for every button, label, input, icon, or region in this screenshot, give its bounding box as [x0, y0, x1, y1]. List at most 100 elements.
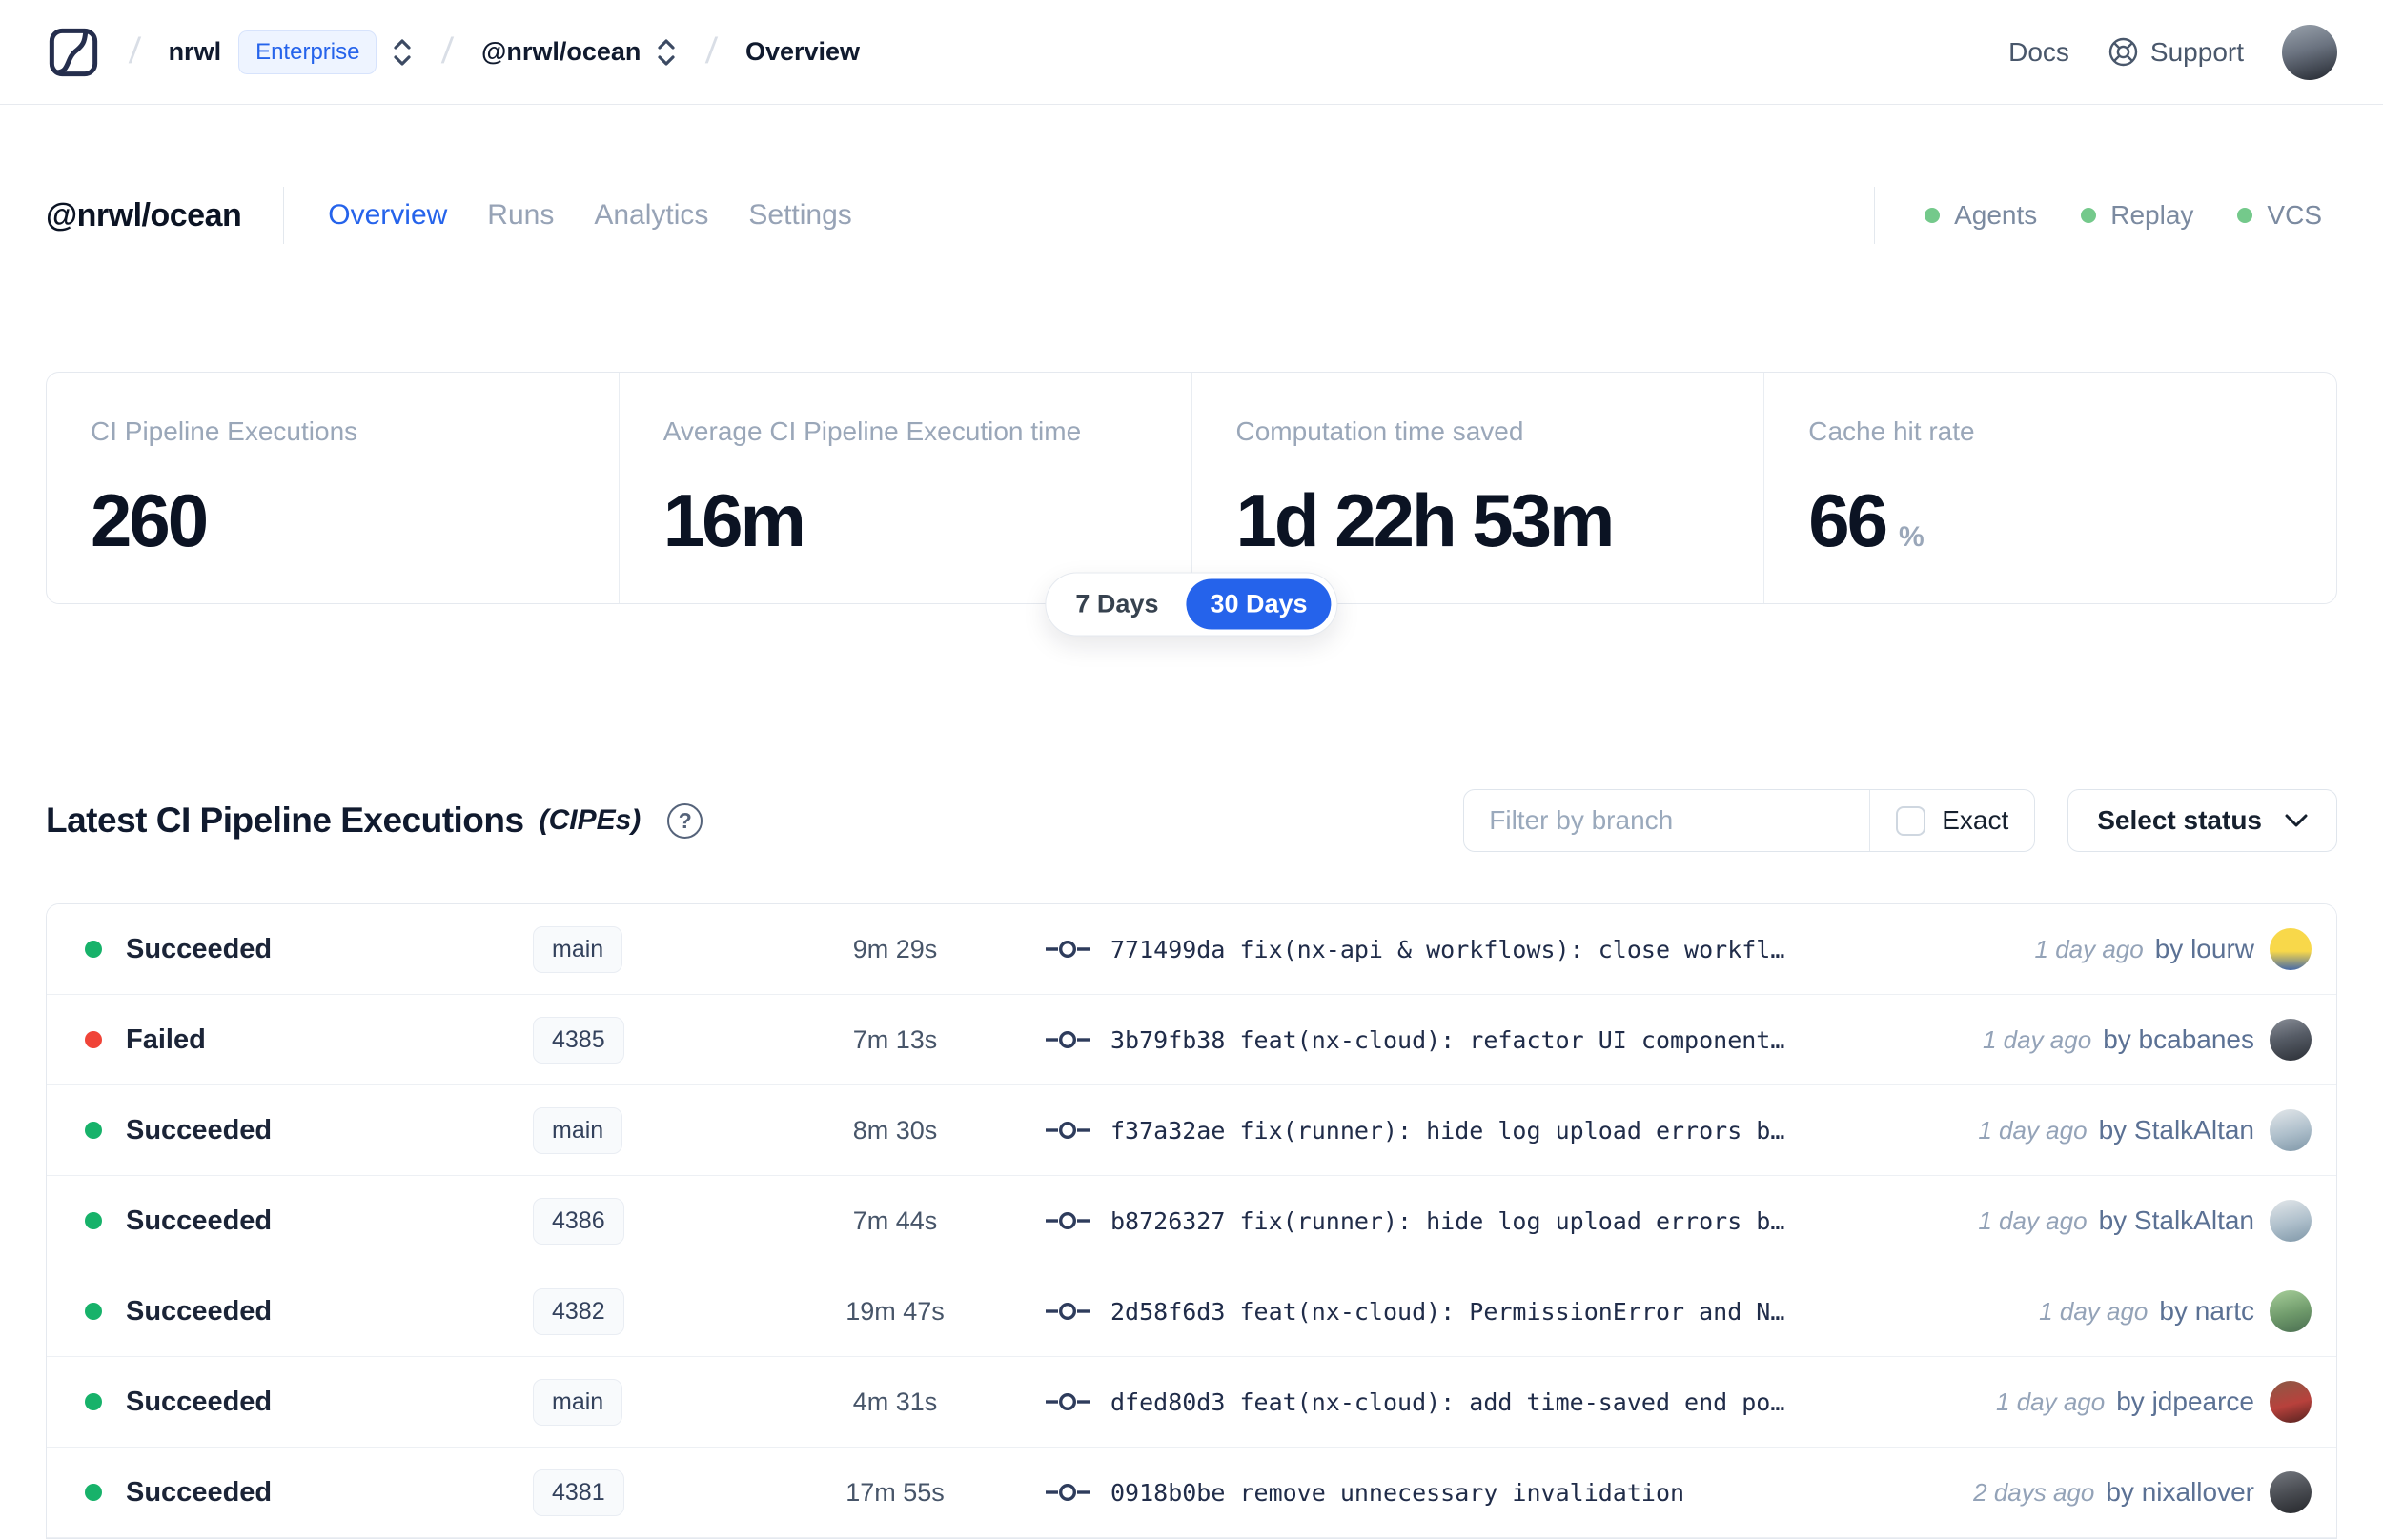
author-avatar — [2270, 1381, 2312, 1423]
stat-ci-pipeline-executions: CI Pipeline Executions 260 — [47, 373, 619, 603]
range-option-7-days[interactable]: 7 Days — [1051, 579, 1182, 630]
status-dot-icon — [85, 1212, 102, 1229]
cipe-title: Latest CI Pipeline Executions — [46, 800, 524, 840]
status-filter-dropdown[interactable]: Select status — [2067, 789, 2337, 852]
row-status: Succeeded — [85, 1206, 533, 1237]
branch-badge: 4381 — [533, 1469, 624, 1516]
workspace-selector-chevrons-icon[interactable] — [655, 35, 678, 70]
row-status: Succeeded — [85, 1296, 533, 1327]
stat-label: Average CI Pipeline Execution time — [662, 416, 1082, 446]
row-duration: 17m 55s — [845, 1477, 945, 1507]
time-ago: 1 day ago — [2039, 1296, 2149, 1326]
row-commit: 0918b0be remove unnecessary invalidation — [1046, 1479, 1954, 1507]
author-avatar — [2270, 1290, 2312, 1332]
date-range-toggle: 7 Days 30 Days — [1045, 572, 1338, 637]
git-commit-icon — [1046, 1121, 1090, 1140]
status-dot-icon — [85, 941, 102, 958]
row-status: Succeeded — [85, 1477, 533, 1509]
tab-analytics[interactable]: Analytics — [594, 199, 708, 232]
exact-label: Exact — [1942, 805, 2009, 835]
stat-average-execution-time: Average CI Pipeline Execution time 16m — [618, 373, 1192, 603]
status-label: Succeeded — [126, 1476, 273, 1508]
branch-badge: 4385 — [533, 1016, 624, 1064]
status-label: Succeeded — [126, 1386, 273, 1417]
row-commit: f37a32ae fix(runner): hide log upload er… — [1046, 1117, 1959, 1145]
tab-overview[interactable]: Overview — [328, 199, 447, 232]
row-branch: 4385 — [533, 1016, 800, 1064]
row-commit: 2d58f6d3 feat(nx-cloud): PermissionError… — [1046, 1298, 2020, 1326]
exact-match-control: Exact — [1870, 790, 2034, 851]
stat-value: 66 — [1808, 478, 1888, 562]
row-commit: 771499da fix(nx-api & workflows): close … — [1046, 936, 2016, 963]
time-ago: 1 day ago — [1978, 1115, 2088, 1145]
divider — [283, 187, 285, 244]
service-agents[interactable]: Agents — [1925, 200, 2037, 231]
workspace-tabs: Overview Runs Analytics Settings — [328, 199, 852, 232]
tab-runs[interactable]: Runs — [487, 199, 554, 232]
row-commit: 3b79fb38 feat(nx-cloud): refactor UI com… — [1046, 1026, 1964, 1054]
cipe-row[interactable]: Succeeded main 9m 29s 771499da fix(nx-ap… — [47, 904, 2336, 995]
range-option-30-days[interactable]: 30 Days — [1186, 578, 1332, 630]
stat-value: 1d 22h 53m — [1235, 478, 1616, 562]
workspace-selector[interactable]: @nrwl/ocean — [481, 35, 678, 70]
help-icon[interactable]: ? — [667, 802, 703, 839]
status-dot-icon — [85, 1393, 102, 1410]
branch-badge: main — [533, 1378, 623, 1426]
breadcrumb-separator: / — [704, 31, 720, 71]
time-ago: 1 day ago — [2034, 934, 2144, 963]
cipe-section-header: Latest CI Pipeline Executions (CIPEs) ? … — [0, 789, 2383, 852]
org-name: nrwl — [168, 37, 222, 66]
docs-link[interactable]: Docs — [2008, 37, 2069, 68]
row-commit: b8726327 fix(runner): hide log upload er… — [1046, 1207, 1959, 1235]
row-meta: 1 day ago by lourw — [2016, 928, 2312, 970]
service-agents-label: Agents — [1954, 200, 2038, 230]
status-dot-icon — [85, 1484, 102, 1501]
cipe-row[interactable]: Succeeded main 4m 31s dfed80d3 feat(nx-c… — [47, 1357, 2336, 1448]
org-selector[interactable]: nrwl Enterprise — [169, 30, 415, 74]
stat-label: Cache hit rate — [1808, 416, 1975, 446]
service-replay-label: Replay — [2110, 200, 2194, 230]
row-status: Succeeded — [85, 934, 533, 965]
nx-cloud-logo[interactable] — [46, 25, 101, 80]
service-vcs[interactable]: VCS — [2237, 200, 2322, 231]
org-selector-chevrons-icon[interactable] — [391, 35, 414, 70]
status-dot-icon — [85, 1031, 102, 1048]
git-commit-icon — [1046, 1030, 1090, 1049]
cipe-table: Succeeded main 9m 29s 771499da fix(nx-ap… — [46, 903, 2337, 1539]
tab-settings[interactable]: Settings — [748, 199, 851, 232]
service-replay[interactable]: Replay — [2081, 200, 2193, 231]
time-ago: 2 days ago — [1973, 1477, 2095, 1507]
user-avatar[interactable] — [2282, 24, 2337, 80]
status-label: Failed — [126, 1023, 206, 1055]
author-avatar — [2270, 1109, 2312, 1151]
breadcrumb-separator: / — [440, 31, 456, 71]
support-link[interactable]: Support — [2108, 36, 2244, 68]
author-avatar — [2270, 1019, 2312, 1061]
status-label: Succeeded — [126, 933, 273, 964]
stat-computation-time-saved: Computation time saved 1d 22h 53m — [1191, 373, 1764, 603]
cipe-filters: Exact Select status — [1463, 789, 2337, 852]
row-branch: main — [533, 1106, 800, 1154]
git-commit-icon — [1046, 1211, 1090, 1230]
cipe-row[interactable]: Failed 4385 7m 13s 3b79fb38 feat(nx-clou… — [47, 995, 2336, 1085]
service-vcs-label: VCS — [2267, 200, 2322, 230]
branch-badge: main — [533, 1106, 623, 1154]
cipe-row[interactable]: Succeeded 4386 7m 44s b8726327 fix(runne… — [47, 1176, 2336, 1266]
row-branch: main — [533, 925, 800, 973]
git-commit-icon — [1046, 940, 1090, 959]
row-meta: 1 day ago by bcabanes — [1964, 1019, 2312, 1061]
top-bar: / nrwl Enterprise / @nrwl/ocean / Overvi… — [0, 0, 2383, 105]
row-duration: 9m 29s — [852, 934, 938, 963]
exact-checkbox[interactable] — [1896, 805, 1926, 836]
cipe-row[interactable]: Succeeded 4382 19m 47s 2d58f6d3 feat(nx-… — [47, 1266, 2336, 1357]
author: by nartc — [2159, 1296, 2254, 1326]
status-dot-icon — [85, 1122, 102, 1139]
cipe-row[interactable]: Succeeded 4381 17m 55s 0918b0be remove u… — [47, 1448, 2336, 1538]
author: by jdpearce — [2116, 1387, 2254, 1416]
branch-filter-input[interactable] — [1464, 790, 1870, 851]
branch-filter-group: Exact — [1463, 789, 2036, 852]
row-duration: 8m 30s — [852, 1115, 938, 1145]
time-ago: 1 day ago — [1996, 1387, 2106, 1416]
row-meta: 2 days ago by nixallover — [1954, 1471, 2312, 1513]
cipe-row[interactable]: Succeeded main 8m 30s f37a32ae fix(runne… — [47, 1085, 2336, 1176]
